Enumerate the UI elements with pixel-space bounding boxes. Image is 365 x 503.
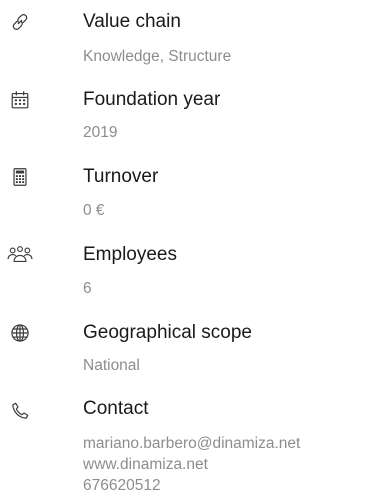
employees-label: Employees (83, 244, 177, 265)
globe-icon (8, 321, 32, 345)
geographical-scope-label: Geographical scope (83, 322, 252, 343)
contact-website-link[interactable]: www.dinamiza.net (83, 454, 208, 475)
link-icon (8, 10, 32, 34)
geographical-scope-value: National (83, 357, 140, 374)
users-icon (4, 243, 36, 267)
value-chain-label: Value chain (83, 11, 181, 32)
phone-icon (8, 399, 32, 423)
turnover-value: 0 € (83, 202, 105, 219)
foundation-year-value: 2019 (83, 124, 118, 141)
calendar-icon (8, 88, 32, 112)
contact-email-link[interactable]: mariano.barbero@dinamiza.net (83, 433, 300, 454)
foundation-year-label: Foundation year (83, 89, 221, 110)
employees-value: 6 (83, 280, 92, 297)
contact-label: Contact (83, 398, 149, 419)
turnover-label: Turnover (83, 166, 159, 187)
calculator-icon (8, 165, 32, 189)
value-chain-value: Knowledge, Structure (83, 48, 232, 65)
contact-phone-link[interactable]: 676620512 (83, 475, 161, 496)
